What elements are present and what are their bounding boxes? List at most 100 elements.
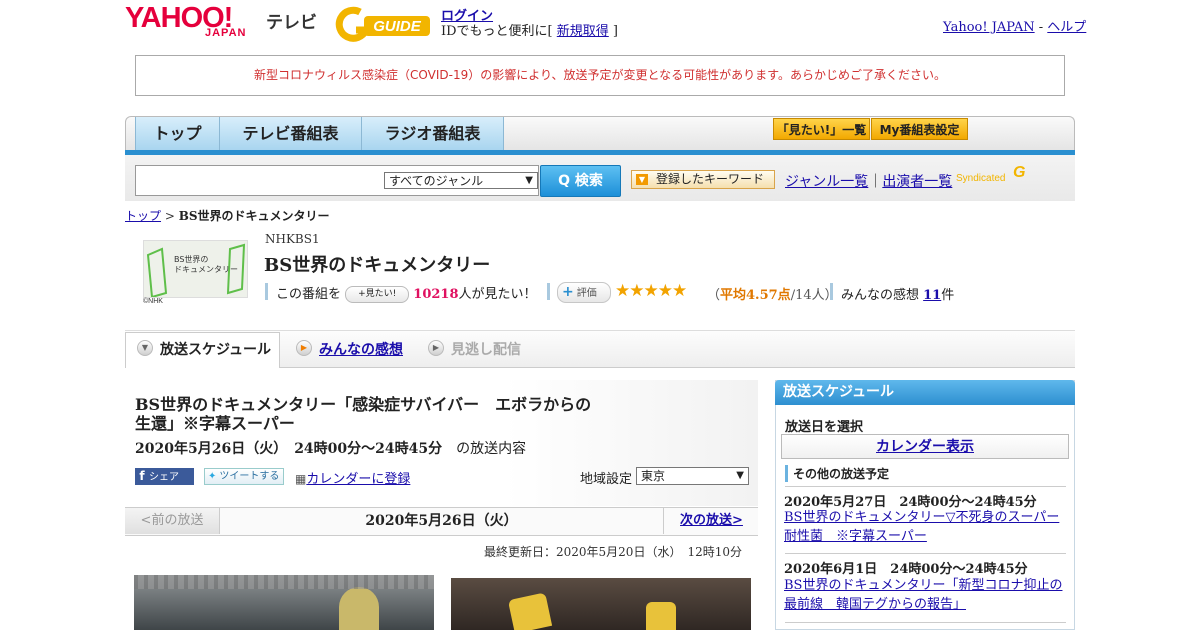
- gguide-logo-text: GUIDE: [373, 18, 422, 35]
- divider: [785, 622, 1066, 623]
- tab-schedule-label: 放送スケジュール: [160, 342, 272, 358]
- tab-vod: 見逃し配信: [451, 342, 521, 358]
- facebook-share-button[interactable]: f シェア: [135, 468, 194, 485]
- genre-select[interactable]: すべてのジャンル ▼: [384, 172, 538, 189]
- schedule-item-link[interactable]: BS世界のドキュメンタリー▽不死身のスーパー耐性菌 ※字幕スーパー: [784, 508, 1069, 546]
- current-broadcast-date: 2020年5月26日（火）: [365, 513, 518, 529]
- photo-figure: [339, 587, 379, 630]
- region-label: 地域設定: [580, 472, 633, 487]
- breadcrumb: トップ > BS世界のドキュメンタリー: [125, 207, 330, 224]
- divider: [785, 553, 1066, 554]
- calendar-register-link[interactable]: カレンダーに登録: [306, 472, 410, 487]
- signup-link[interactable]: 新規取得: [557, 24, 609, 39]
- syndicated-label: Syndicated: [956, 173, 1006, 184]
- genre-list-link[interactable]: ジャンル一覧: [785, 174, 868, 190]
- saved-keywords-label: 登録したキーワード: [656, 172, 765, 186]
- tv-section-label: テレビ: [266, 13, 317, 32]
- region-select-value: 東京: [641, 469, 666, 483]
- chevron-down-icon: ▼: [525, 175, 533, 186]
- mitai-button[interactable]: +見たい!: [345, 286, 410, 303]
- genre-links-divider: ｜: [868, 174, 883, 190]
- breadcrumb-current: BS世界のドキュメンタリー: [178, 209, 330, 223]
- facebook-icon: f: [139, 469, 145, 483]
- play-icon: ▶: [296, 340, 312, 356]
- rating-button-label: 評価: [576, 288, 597, 299]
- select-date-label: 放送日を選択: [785, 420, 864, 435]
- schedule-item-link[interactable]: BS世界のドキュメンタリー「新型コロナ抑止の最前線 韓国テグからの報告」: [784, 576, 1069, 614]
- divider-bar: [547, 283, 550, 300]
- id-promo-close: ]: [608, 24, 618, 39]
- copyright-mark: ©NHK: [143, 298, 163, 305]
- top-links: Yahoo! JAPAN - ヘルプ: [943, 16, 1086, 35]
- mitai-row: この番組を +見たい! 10218人が見たい！: [276, 283, 537, 303]
- id-promo-text: IDでもっと便利に[: [441, 24, 557, 39]
- reviews-prefix: みんなの感想: [841, 288, 924, 303]
- episode-datetime-value: 2020年5月26日（火） 24時00分～24時45分: [135, 441, 443, 457]
- last-updated: 最終更新日：2020年5月20日（水） 12時10分: [484, 545, 742, 559]
- genre-select-value: すべてのジャンル: [389, 174, 484, 188]
- reviews-count-link[interactable]: 11: [923, 288, 941, 303]
- covid-notice: 新型コロナウィルス感染症（COVID-19）の影響により、放送予定が変更となる可…: [135, 55, 1065, 96]
- episode-title: BS世界のドキュメンタリー「感染症サバイバー エボラからの生還」※字幕スーパー: [135, 395, 592, 433]
- chevron-down-icon: ▼: [636, 174, 648, 185]
- divider-bar: [830, 283, 833, 300]
- cast-list-link[interactable]: 出演者一覧: [882, 174, 952, 190]
- help-link[interactable]: ヘルプ: [1047, 20, 1086, 35]
- rating-average-score: 平均4.57点: [720, 288, 791, 303]
- rating-average-open: （: [707, 288, 721, 303]
- calendar-view-button[interactable]: カレンダー表示: [781, 434, 1069, 459]
- schedule-item-date: 2020年6月1日 24時00分～24時45分: [784, 562, 1028, 577]
- thumbnail-text: BS世界の ドキュメンタリー: [174, 255, 238, 275]
- search-button[interactable]: Q 検索: [540, 165, 621, 197]
- mitai-list-button[interactable]: 「見たい!」一覧: [773, 118, 870, 140]
- divider-bar: [265, 283, 268, 300]
- photo-figure: [646, 602, 676, 630]
- region-select[interactable]: 東京 ▼: [636, 467, 749, 485]
- tab-reviews[interactable]: みんなの感想: [319, 339, 403, 359]
- mitai-prefix: この番組を: [276, 287, 342, 302]
- tab-top[interactable]: トップ: [135, 117, 220, 150]
- chevron-down-icon: ▼: [736, 470, 744, 481]
- mitai-suffix: 人が見たい！: [458, 287, 537, 302]
- tweet-button[interactable]: ✦ ツイートする: [204, 468, 284, 485]
- plus-icon: +: [562, 284, 574, 300]
- program-title: BS世界のドキュメンタリー: [264, 255, 491, 276]
- gguide-logo[interactable]: GUIDE: [334, 6, 434, 42]
- mitai-count: 10218: [413, 287, 459, 302]
- thumbnail-line2: ドキュメンタリー: [174, 265, 238, 274]
- other-schedules-heading: その他の放送予定: [785, 465, 889, 482]
- tab-radio-listings[interactable]: ラジオ番組表: [362, 117, 504, 150]
- reviews-suffix: 件: [941, 288, 955, 303]
- episode-datetime-suffix: の放送内容: [442, 441, 527, 457]
- divider: [785, 486, 1066, 487]
- reviews-count: みんなの感想 11件: [841, 284, 954, 303]
- photo-figure: [507, 592, 553, 630]
- id-promo: IDでもっと便利に[ 新規取得 ]: [441, 20, 618, 39]
- rating-button[interactable]: + 評価: [557, 282, 611, 303]
- genre-cast-links: ジャンル一覧｜出演者一覧: [785, 171, 952, 191]
- episode-datetime: 2020年5月26日（火） 24時00分～24時45分 の放送内容: [135, 438, 526, 458]
- yahoo-logo-japan: JAPAN: [205, 27, 247, 39]
- rating-stars: ★★★★★: [615, 281, 687, 301]
- saved-keywords-button[interactable]: ▼ 登録したキーワード: [631, 170, 775, 189]
- chevron-down-icon: ▼: [137, 340, 153, 356]
- episode-photo: [451, 578, 751, 630]
- breadcrumb-top-link[interactable]: トップ: [125, 209, 161, 223]
- tweet-label: ツイートする: [219, 471, 280, 482]
- prev-broadcast-button: <前の放送: [125, 508, 220, 534]
- channel-name: NHKBS1: [265, 232, 320, 246]
- breadcrumb-sep: >: [161, 209, 179, 223]
- twitter-icon: ✦: [208, 471, 217, 482]
- play-icon: ▶: [428, 340, 444, 356]
- yahoo-japan-link[interactable]: Yahoo! JAPAN: [943, 20, 1035, 35]
- thumbnail-line1: BS世界の: [174, 255, 209, 264]
- tab-tv-listings[interactable]: テレビ番組表: [220, 117, 362, 150]
- top-links-sep: -: [1034, 20, 1048, 35]
- facebook-share-label: シェア: [149, 472, 179, 483]
- next-broadcast-link[interactable]: 次の放送>: [663, 508, 759, 534]
- my-listings-settings-button[interactable]: My番組表設定: [871, 118, 968, 140]
- calendar-icon: ▦: [295, 472, 307, 486]
- program-thumbnail: BS世界の ドキュメンタリー: [143, 240, 248, 298]
- photo-ceiling: [134, 575, 434, 589]
- syndicated-gguide-logo: G: [1013, 164, 1026, 181]
